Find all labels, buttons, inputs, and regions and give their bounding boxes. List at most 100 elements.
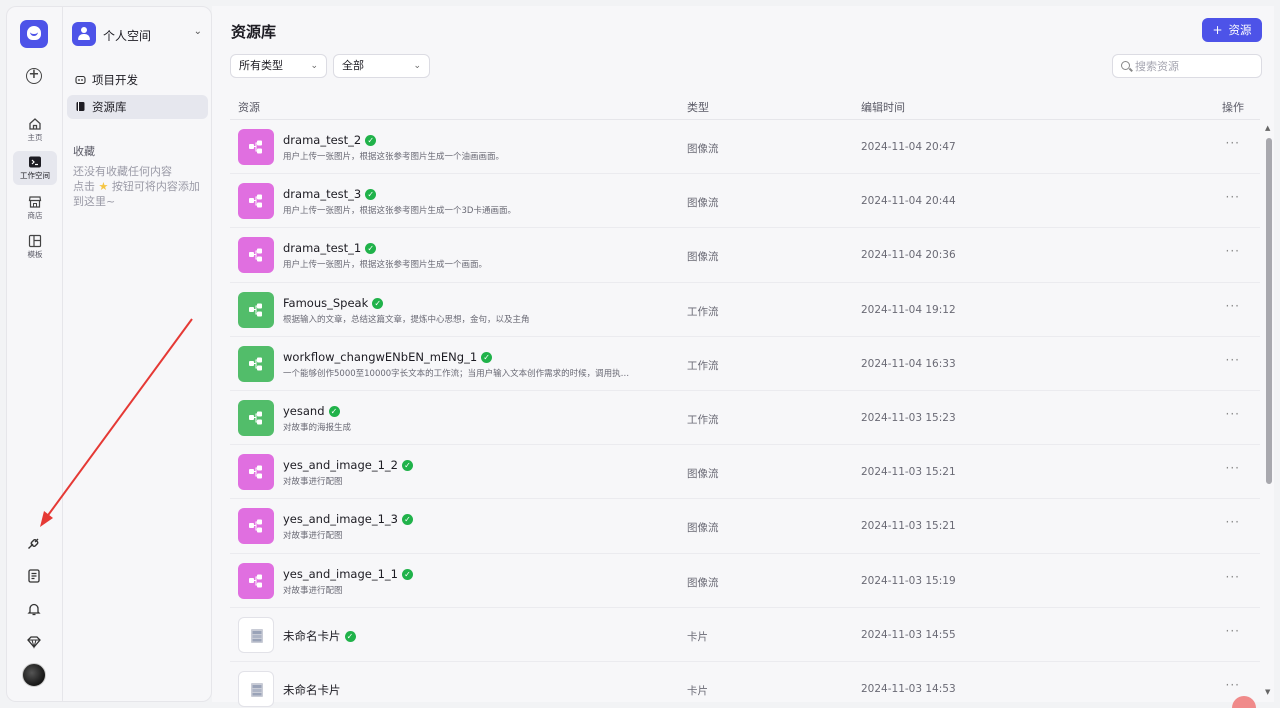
resource-name-text: 未命名卡片 <box>283 682 341 697</box>
resource-name-text: workflow_changwENbEN_mENg_1 <box>283 349 478 364</box>
resource-edit-time: 2024-11-04 20:44 <box>861 195 956 208</box>
resource-name-text: drama_test_3 <box>283 187 362 202</box>
create-plus-icon[interactable]: + <box>26 68 42 84</box>
diamond-icon[interactable] <box>26 634 42 650</box>
verified-check-icon: ✓ <box>365 243 377 255</box>
resource-name[interactable]: yes_and_image_1_1 ✓ <box>283 567 413 581</box>
scroll-up-arrow-icon[interactable]: ▲ <box>1265 124 1270 132</box>
resource-name[interactable]: drama_test_3 ✓ <box>283 187 377 202</box>
nav-item-projects[interactable]: 项目开发 <box>67 68 208 92</box>
more-actions-icon[interactable]: ··· <box>1226 190 1240 204</box>
rail-item-home[interactable]: 主页 <box>13 113 57 147</box>
resource-name[interactable]: yesand ✓ <box>283 404 340 418</box>
resource-name[interactable]: yes_and_image_1_2 ✓ <box>283 458 413 472</box>
more-actions-icon[interactable]: ··· <box>1226 515 1240 529</box>
more-actions-icon[interactable]: ··· <box>1226 353 1240 367</box>
verified-check-icon: ✓ <box>344 630 356 642</box>
table-row[interactable]: yesand ✓ 对故事的海报生成 工作流 2024-11-03 15:23 ··· <box>230 391 1260 446</box>
table-row[interactable]: yes_and_image_1_3 ✓ 对故事进行配图 图像流 2024-11-03 1… <box>230 499 1260 554</box>
verified-check-icon: ✓ <box>401 460 413 472</box>
resource-name[interactable]: 未命名卡片 <box>283 682 341 698</box>
imageflow-icon <box>238 562 274 599</box>
table-row[interactable]: drama_test_1 ✓ 用户上传一张图片，根据这张参考图片生成一个画面。 图像流… <box>230 228 1260 283</box>
resource-name-text: yes_and_image_1_1 <box>283 566 398 581</box>
search-input[interactable] <box>1135 58 1255 74</box>
verified-check-icon: ✓ <box>401 568 413 580</box>
add-resource-button[interactable]: + 资源 <box>1202 18 1262 42</box>
resource-name-text: yes_and_image_1_2 <box>283 458 398 473</box>
rail-label-workspace: 工作空间 <box>20 171 50 180</box>
rail-item-store[interactable]: 商店 <box>13 191 57 225</box>
scope-filter-select[interactable]: 全部 ⌄ <box>333 54 430 78</box>
more-actions-icon[interactable]: ··· <box>1226 461 1240 475</box>
resource-description: 用户上传一张图片，根据这张参考图片生成一个3D卡通画面。 <box>283 206 516 217</box>
resource-name[interactable]: drama_test_1 ✓ <box>283 241 377 256</box>
resource-type: 卡片 <box>687 684 708 697</box>
table-row[interactable]: drama_test_3 ✓ 用户上传一张图片，根据这张参考图片生成一个3D卡通画面… <box>230 174 1260 229</box>
rail-label-store: 商店 <box>27 211 43 220</box>
more-actions-icon[interactable]: ··· <box>1226 136 1240 150</box>
resource-name-text: yes_and_image_1_3 <box>283 512 398 527</box>
resource-name-text: drama_test_1 <box>283 241 362 256</box>
scrollbar-thumb[interactable] <box>1266 138 1272 484</box>
resource-edit-time: 2024-11-04 19:12 <box>861 303 956 316</box>
space-switcher[interactable]: 个人空间 ⌄ <box>72 22 204 48</box>
table-row[interactable]: 未命名卡片 ✓ 卡片 2024-11-03 14:55 ··· <box>230 608 1260 662</box>
more-actions-icon[interactable]: ··· <box>1226 570 1240 584</box>
resource-name[interactable]: Famous_Speak ✓ <box>283 296 384 310</box>
resource-description: 一个能够创作5000至10000字长文本的工作流；当用户输入文本创作需求的时候，… <box>283 368 630 379</box>
resource-name[interactable]: workflow_changwENbEN_mENg_1 ✓ <box>283 349 493 364</box>
resource-description: 对故事的海报生成 <box>283 422 352 433</box>
user-avatar[interactable] <box>22 663 46 687</box>
card-thumbnail-icon <box>238 616 274 653</box>
more-actions-icon[interactable]: ··· <box>1226 407 1240 421</box>
verified-check-icon: ✓ <box>401 514 413 526</box>
app-logo[interactable] <box>20 20 48 48</box>
nav-label-projects: 项目开发 <box>92 73 138 87</box>
resource-type: 卡片 <box>687 630 708 643</box>
search-box[interactable] <box>1112 54 1262 78</box>
rail-item-workspace[interactable]: 工作空间 <box>13 151 57 185</box>
table-row[interactable]: yes_and_image_1_1 ✓ 对故事进行配图 图像流 2024-11-03 1… <box>230 554 1260 608</box>
more-actions-icon[interactable]: ··· <box>1226 244 1240 258</box>
scope-filter-value: 全部 <box>342 59 364 72</box>
resource-name[interactable]: yes_and_image_1_3 ✓ <box>283 512 413 526</box>
resource-edit-time: 2024-11-03 15:19 <box>861 574 956 587</box>
table-row[interactable]: 未命名卡片 卡片 2024-11-03 14:53 ··· <box>230 662 1260 708</box>
workflow-icon <box>238 345 274 382</box>
chevron-down-icon: ⌄ <box>310 61 318 71</box>
rail-item-template[interactable]: 模板 <box>13 230 57 264</box>
resource-name-text: drama_test_2 <box>283 133 362 147</box>
resource-type: 图像流 <box>687 576 719 589</box>
resource-name[interactable]: drama_test_2 ✓ <box>283 133 377 147</box>
type-filter-select[interactable]: 所有类型 ⌄ <box>230 54 327 78</box>
more-actions-icon[interactable]: ··· <box>1226 678 1240 692</box>
imageflow-icon <box>238 129 274 165</box>
nav-item-library[interactable]: 资源库 <box>67 95 208 119</box>
more-actions-icon[interactable]: ··· <box>1226 624 1240 638</box>
favorites-empty-text: 还没有收藏任何内容 点击 ★ 按钮可将内容添加到这里~ <box>73 164 208 209</box>
resource-edit-time: 2024-11-04 16:33 <box>861 357 956 370</box>
verified-check-icon: ✓ <box>372 297 384 309</box>
document-icon[interactable] <box>26 568 42 584</box>
verified-check-icon: ✓ <box>328 405 340 417</box>
table-row[interactable]: yes_and_image_1_2 ✓ 对故事进行配图 图像流 2024-11-03 1… <box>230 445 1260 500</box>
resource-edit-time: 2024-11-03 14:55 <box>861 628 956 641</box>
favorites-title: 收藏 <box>73 145 95 158</box>
column-header-resource: 资源 <box>238 101 260 114</box>
bell-icon[interactable] <box>26 601 42 617</box>
table-row[interactable]: workflow_changwENbEN_mENg_1 ✓ 一个能够创作5000至1… <box>230 337 1260 391</box>
store-icon <box>28 196 42 208</box>
column-header-time: 编辑时间 <box>861 101 905 114</box>
plugin-icon[interactable] <box>26 535 42 551</box>
scroll-down-arrow-icon[interactable]: ▼ <box>1265 688 1270 696</box>
nav-label-library: 资源库 <box>92 100 127 114</box>
table-scrollbar[interactable]: ▲ ▼ <box>1265 124 1272 696</box>
resource-type: 图像流 <box>687 197 719 210</box>
space-name: 个人空间 <box>103 29 152 43</box>
more-actions-icon[interactable]: ··· <box>1226 299 1240 313</box>
table-row[interactable]: Famous_Speak ✓ 根据输入的文章，总结这篇文章，提炼中心思想，金句，以及… <box>230 283 1260 337</box>
resource-name[interactable]: 未命名卡片 ✓ <box>283 628 356 644</box>
resource-description: 对故事进行配图 <box>283 585 343 596</box>
table-row[interactable]: drama_test_2 ✓ 用户上传一张图片，根据这张参考图片生成一个油画画面。 图… <box>230 120 1260 175</box>
